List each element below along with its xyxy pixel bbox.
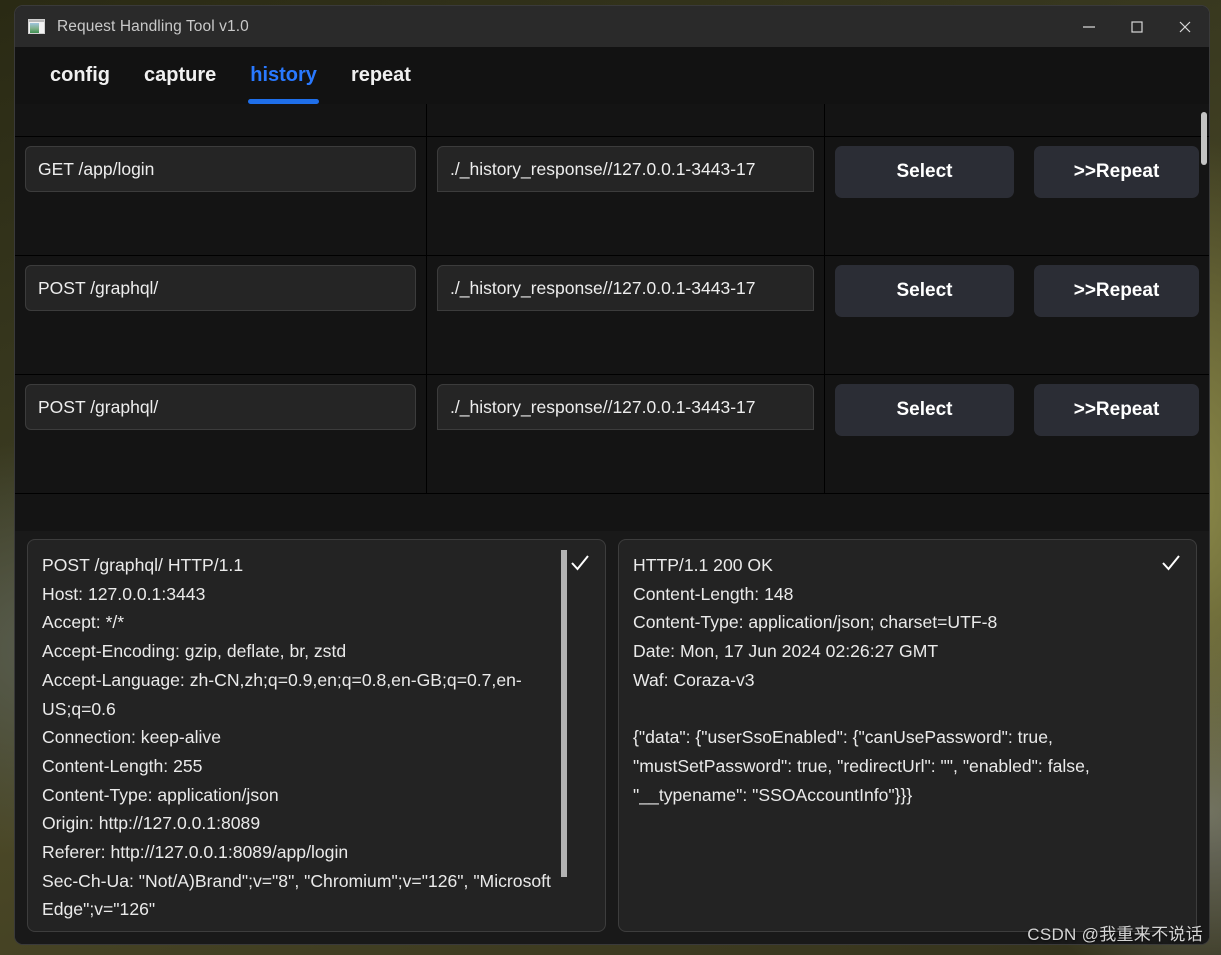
response-file-field[interactable]: ./_history_response//127.0.0.1-3443-17 [437,146,814,192]
response-file-field[interactable]: ./_history_response//127.0.0.1-3443-17 [437,265,814,311]
row-path-cell: ./_history_response//127.0.0.1-3443-17 [427,375,825,493]
minimize-icon[interactable] [1065,6,1113,47]
table-row[interactable]: POST /graphql/ ./_history_response//127.… [15,256,1209,375]
request-vertical-scrollbar[interactable] [561,550,567,877]
row-method-cell: POST /graphql/ [15,375,427,493]
row-method-cell [15,104,427,136]
detail-panes: POST /graphql/ HTTP/1.1 Host: 127.0.0.1:… [15,531,1209,944]
tab-config[interactable]: config [33,47,127,104]
row-method-cell: POST /graphql/ [15,256,427,374]
maximize-icon[interactable] [1113,6,1161,47]
select-button[interactable]: Select [835,265,1014,317]
table-row[interactable]: Select >>Repeat [15,104,1209,137]
response-file-field[interactable]: ./_history_response//127.0.0.1-3443-17 [437,384,814,430]
request-line-field[interactable]: POST /graphql/ [25,265,416,311]
tab-capture[interactable]: capture [127,47,233,104]
row-select-cell: Select [825,104,1024,136]
app-window: Request Handling Tool v1.0 config captur… [14,5,1210,945]
repeat-button[interactable]: >>Repeat [1034,146,1199,198]
row-path-cell: ./_history_response//127.0.0.1-3443-17 [427,137,825,255]
row-repeat-cell: >>Repeat [1024,375,1209,493]
row-select-cell: Select [825,256,1024,374]
row-select-cell: Select [825,375,1024,493]
request-line-field[interactable]: GET /app/login [25,146,416,192]
tab-history[interactable]: history [233,47,334,104]
response-pane[interactable]: HTTP/1.1 200 OK Content-Length: 148 Cont… [618,539,1197,932]
checkmark-icon[interactable] [1160,552,1182,574]
tab-bar: config capture history repeat [15,47,1209,104]
request-line-field[interactable]: POST /graphql/ [25,384,416,430]
table-row[interactable]: GET /app/login ./_history_response//127.… [15,137,1209,256]
select-button[interactable]: Select [835,384,1014,436]
row-path-cell: ./_history_response//127.0.0.1-3443-17 [427,256,825,374]
row-method-cell: GET /app/login [15,137,427,255]
row-select-cell: Select [825,137,1024,255]
request-pane[interactable]: POST /graphql/ HTTP/1.1 Host: 127.0.0.1:… [27,539,606,932]
window-controls [1065,6,1209,47]
repeat-button[interactable]: >>Repeat [1034,265,1199,317]
watermark: CSDN @我重来不说话 [1027,925,1203,944]
window-title: Request Handling Tool v1.0 [57,17,249,35]
title-bar: Request Handling Tool v1.0 [15,6,1209,47]
checkmark-icon[interactable] [569,552,591,574]
table-row[interactable]: POST /graphql/ ./_history_response//127.… [15,375,1209,494]
request-text: POST /graphql/ HTTP/1.1 Host: 127.0.0.1:… [42,555,551,931]
table-vertical-scrollbar[interactable] [1201,112,1207,165]
row-repeat-cell: >>Repeat [1024,137,1209,255]
select-button[interactable]: Select [835,146,1014,198]
row-path-cell [427,104,825,136]
response-text: HTTP/1.1 200 OK Content-Length: 148 Cont… [633,555,1090,805]
close-icon[interactable] [1161,6,1209,47]
tab-repeat[interactable]: repeat [334,47,428,104]
history-table: Select >>Repeat GET /app/login ./_histor… [15,104,1209,531]
app-window-icon [28,19,45,34]
repeat-button[interactable]: >>Repeat [1034,384,1199,436]
row-repeat-cell: >>Repeat [1024,256,1209,374]
row-repeat-cell: >>Repeat [1024,104,1209,136]
